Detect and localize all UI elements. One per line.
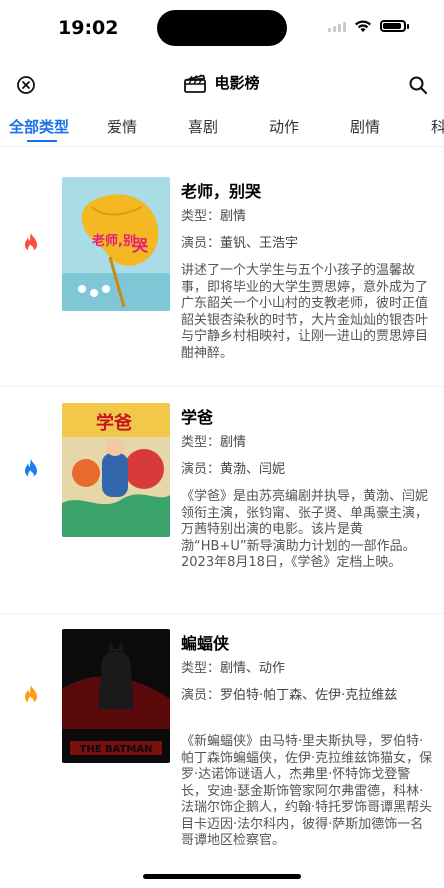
hot-flame-icon xyxy=(25,685,37,704)
movie-title: 学爸 xyxy=(181,408,214,427)
movie-card[interactable]: 老师,别 哭 老师，别哭 类型：剧情 演员：董钒、王浩宇 讲述了一个大学生与五个… xyxy=(0,148,444,387)
active-tab-indicator xyxy=(27,140,57,142)
dynamic-island xyxy=(157,10,287,46)
tab-action[interactable]: 动作 xyxy=(269,116,299,137)
poster-xue-ba: 学爸 xyxy=(62,403,170,537)
search-icon[interactable] xyxy=(408,75,428,95)
movie-title: 老师，别哭 xyxy=(181,182,262,201)
movie-cast: 演员：黄渤、闫妮 xyxy=(181,460,433,480)
tab-scifi[interactable]: 科 xyxy=(431,116,444,137)
genre-value: 剧情 xyxy=(220,435,247,450)
hot-flame-icon xyxy=(25,459,37,478)
category-tabs: 全部类型 爱情 喜剧 动作 剧情 科 xyxy=(0,110,444,147)
status-icons xyxy=(328,19,409,33)
cellular-signal-icon xyxy=(328,20,346,32)
movie-card[interactable]: 学爸 学爸 类型：剧情 演员：黄渤、闫妮 《学爸》是由苏亮编剧并执导，黄渤、闫妮… xyxy=(0,388,444,614)
status-time: 19:02 xyxy=(58,17,119,39)
cast-label: 演员： xyxy=(181,688,221,703)
genre-label: 类型： xyxy=(181,209,221,224)
cast-label: 演员： xyxy=(181,462,221,477)
hot-flame-icon xyxy=(25,233,37,252)
battery-icon xyxy=(380,20,409,32)
page-title: 电影榜 xyxy=(214,74,260,92)
genre-value: 剧情 xyxy=(220,209,247,224)
clapperboard-icon xyxy=(184,73,207,93)
movie-genre: 类型：剧情 xyxy=(181,433,433,453)
tab-romance[interactable]: 爱情 xyxy=(107,116,137,137)
movie-description: 讲述了一个大学生与五个小孩子的温馨故事，即将毕业的大学生贾思婷，意外成为了广东韶… xyxy=(181,263,429,361)
movie-genre: 类型：剧情 xyxy=(181,207,433,227)
genre-value: 剧情、动作 xyxy=(220,661,286,676)
movie-title: 蝙蝠侠 xyxy=(181,634,230,653)
svg-text:THE BATMAN: THE BATMAN xyxy=(80,744,153,755)
nav-title-group: 电影榜 xyxy=(0,72,444,93)
movie-genre: 类型：剧情、动作 xyxy=(181,659,433,679)
cast-value: 罗伯特·帕丁森、佐伊·克拉维兹 xyxy=(220,688,398,703)
movie-description: 《新蝙蝠侠》由马特·里夫斯执导，罗伯特·帕丁森饰蝙蝠侠，佐伊·克拉维兹饰猫女，保… xyxy=(181,734,433,848)
genre-label: 类型： xyxy=(181,435,221,450)
movie-card[interactable]: THE BATMAN 蝙蝠侠 类型：剧情、动作 演员：罗伯特·帕丁森、佐伊·克拉… xyxy=(0,614,444,878)
movie-cast: 演员：罗伯特·帕丁森、佐伊·克拉维兹 xyxy=(181,686,433,706)
cast-label: 演员： xyxy=(181,236,221,251)
cast-value: 董钒、王浩宇 xyxy=(220,236,299,251)
cast-value: 黄渤、闫妮 xyxy=(220,462,286,477)
status-bar: 19:02 xyxy=(0,0,444,56)
svg-text:老师,别: 老师,别 xyxy=(91,233,136,249)
nav-bar: 电影榜 xyxy=(0,64,444,104)
genre-label: 类型： xyxy=(181,661,221,676)
svg-text:学爸: 学爸 xyxy=(96,412,132,434)
poster-the-batman: THE BATMAN xyxy=(62,629,170,763)
tab-comedy[interactable]: 喜剧 xyxy=(188,116,218,137)
home-indicator xyxy=(143,874,301,879)
movie-cast: 演员：董钒、王浩宇 xyxy=(181,234,433,254)
wifi-icon xyxy=(355,20,371,32)
divider xyxy=(0,386,444,387)
movie-description: 《学爸》是由苏亮编剧并执导，黄渤、闫妮领衔主演，张钧甯、张子贤、单禹豪主演，万茜… xyxy=(181,489,429,570)
svg-text:哭: 哭 xyxy=(131,236,149,255)
poster-teacher-dont-cry: 老师,别 哭 xyxy=(62,177,170,311)
tab-all[interactable]: 全部类型 xyxy=(9,116,69,137)
tab-drama[interactable]: 剧情 xyxy=(350,116,380,137)
